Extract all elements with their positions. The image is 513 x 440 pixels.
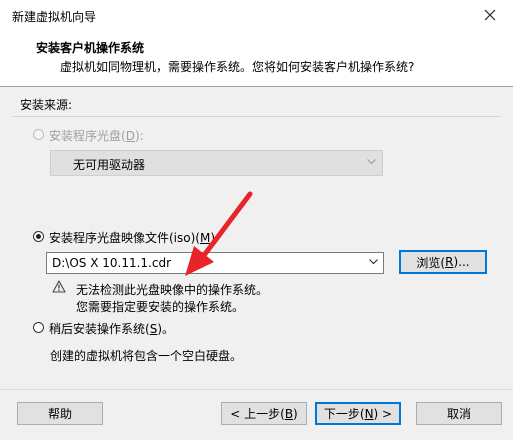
next-button[interactable]: 下一步(N) > <box>315 402 401 425</box>
drive-select-value: 无可用驱动器 <box>73 158 146 172</box>
close-button[interactable] <box>467 0 513 30</box>
warning-line-1: 无法检测此光盘映像中的操作系统。 <box>76 283 269 297</box>
wizard-header: 安装客户机操作系统 虚拟机如同物理机，需要操作系统。您将如何安装客户机操作系统? <box>0 30 513 87</box>
title-bar: 新建虚拟机向导 <box>0 0 513 30</box>
install-later-description: 创建的虚拟机将包含一个空白硬盘。 <box>50 349 243 363</box>
header-subtitle: 虚拟机如同物理机，需要操作系统。您将如何安装客户机操作系统? <box>60 60 415 74</box>
footer-divider <box>0 389 513 390</box>
group-divider <box>12 116 501 117</box>
install-later-label: 稍后安装操作系统(S)。 <box>49 322 174 336</box>
close-icon <box>484 9 496 21</box>
help-button[interactable]: 帮助 <box>17 402 103 425</box>
install-later-radio[interactable] <box>33 322 44 333</box>
chevron-down-icon <box>367 159 376 165</box>
chevron-down-icon[interactable] <box>369 259 378 265</box>
browse-button[interactable]: 浏览(R)... <box>399 250 487 274</box>
back-button[interactable]: < 上一步(B) <box>221 402 307 425</box>
new-vm-wizard-window: 新建虚拟机向导 安装客户机操作系统 虚拟机如同物理机，需要操作系统。您将如何安装… <box>0 0 513 440</box>
install-source-label: 安装来源: <box>20 98 73 112</box>
warning-line-2: 您需要指定要安装的操作系统。 <box>76 300 245 314</box>
disc-radio-label: 安装程序光盘(D): <box>49 129 144 143</box>
red-arrow-icon <box>185 191 253 276</box>
window-title: 新建虚拟机向导 <box>12 10 97 24</box>
header-title: 安装客户机操作系统 <box>36 41 145 55</box>
disc-radio[interactable] <box>33 129 44 140</box>
iso-radio[interactable] <box>33 231 44 242</box>
warning-icon <box>52 280 66 293</box>
cancel-button[interactable]: 取消 <box>416 402 502 425</box>
iso-path-value[interactable]: D:\OS X 10.11.1.cdr <box>52 256 171 270</box>
drive-select[interactable]: 无可用驱动器 <box>50 150 383 176</box>
